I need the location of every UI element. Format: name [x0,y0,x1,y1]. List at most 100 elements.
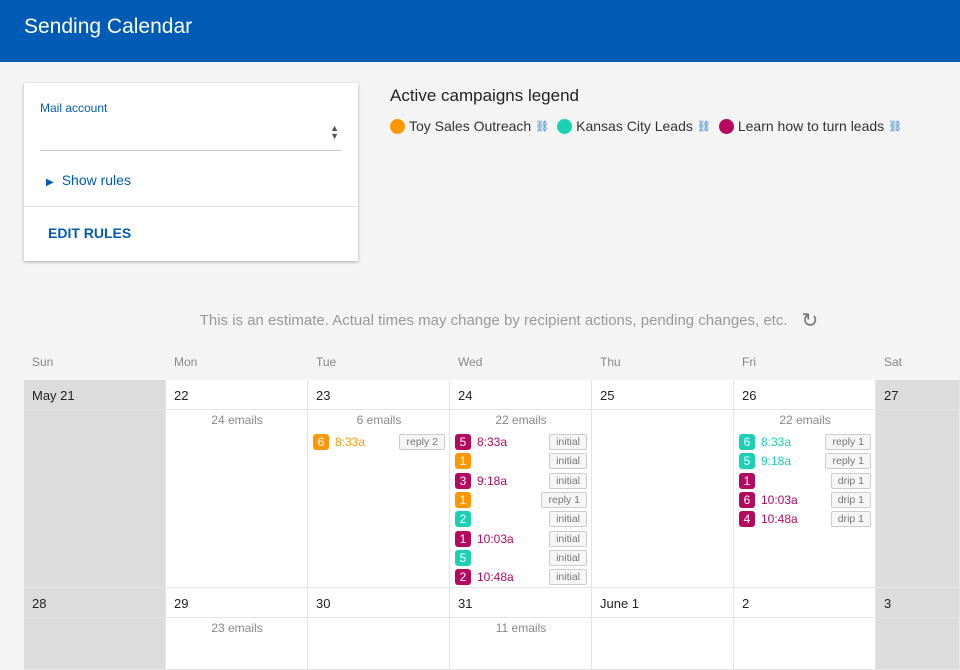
estimate-text: This is an estimate. Actual times may ch… [199,312,788,329]
campaign-color-dot [557,118,573,134]
step-tag[interactable]: initial [549,511,587,528]
email-count-badge: 3 [455,472,471,489]
schedule-entry[interactable]: 5 initial [455,549,587,566]
day-of-week-label: Sun [32,355,54,369]
schedule-entry[interactable]: 1 drip 1 [739,472,871,489]
campaign-legend: Toy Sales Outreach ⛓ Kansas City Leads ⛓ Lea… [390,118,950,134]
date-label: June 1 [592,588,734,618]
campaign-name: Learn how to turn leads [737,118,885,134]
send-time: 9:18a [477,473,508,488]
link-icon[interactable]: ⛓ [535,120,549,133]
day-of-week-label: Sat [884,355,903,369]
day-cell[interactable] [166,410,308,588]
schedule-entry[interactable]: 5 8:33a initial [455,434,587,450]
step-tag[interactable]: drip 1 [830,491,871,508]
schedule-entry[interactable]: 1 initial [455,453,587,470]
schedule-entry[interactable]: 6 8:33a reply 1 [739,434,871,450]
day-cell[interactable] [876,410,960,588]
send-time: 10:48a [477,570,514,585]
day-cell[interactable] [24,410,166,588]
schedule-entry[interactable]: 5 9:18a reply 1 [739,453,871,470]
campaign-color-dot [718,118,734,134]
day-of-week-label: Wed [458,355,483,369]
email-count: 23 emails [211,621,263,635]
day-of-week-label: Tue [316,355,337,369]
step-tag[interactable]: initial [549,453,587,470]
legend-item: Learn how to turn leads ⛓ [718,118,902,134]
day-of-week-label: Thu [600,355,621,369]
show-rules-toggle[interactable]: ▶ Show rules [46,172,131,188]
day-cell[interactable] [592,410,734,588]
email-count-badge: 1 [739,472,755,489]
date-label: 3 [876,588,960,618]
schedule-entry[interactable]: 2 10:48a initial [455,569,587,586]
email-count-badge: 2 [455,511,471,528]
date-label: 29 [166,588,308,618]
divider [24,206,358,207]
day-of-week-label: Fri [742,355,756,369]
email-count-badge: 6 [313,434,329,450]
day-of-week-label: Mon [174,355,198,369]
email-count: 22 emails [495,413,547,427]
date-label: 28 [24,588,166,618]
date-label: May 21 [24,380,166,410]
email-count-badge: 5 [455,434,471,450]
campaign-color-dot [390,118,405,134]
schedule-entry[interactable]: 2 initial [455,511,587,528]
step-tag[interactable]: reply 1 [541,491,587,508]
send-time: 8:33a [335,435,366,449]
step-tag[interactable]: initial [549,472,587,489]
day-cell[interactable] [876,618,960,670]
date-label: 31 [450,588,592,618]
mail-account-label: Mail account [40,101,108,115]
step-tag[interactable]: initial [549,530,587,547]
sort-arrows-icon: ▲ ▼ [330,123,339,141]
link-icon[interactable]: ⛓ [697,120,711,133]
date-label: 2 [734,588,876,618]
step-tag[interactable]: drip 1 [830,472,871,489]
campaign-name: Kansas City Leads [576,118,693,134]
email-count: 11 emails [495,621,547,635]
date-label: 25 [592,380,734,410]
step-tag[interactable]: drip 1 [830,511,871,528]
step-tag[interactable]: initial [549,549,587,566]
email-count-badge: 2 [455,569,471,586]
legend-title: Active campaigns legend [390,86,580,105]
schedule-entry[interactable]: 6 8:33a reply 2 [313,434,445,450]
email-count-badge: 4 [739,511,755,528]
edit-rules-button[interactable]: EDIT RULES [48,225,131,241]
send-time: 8:33a [477,435,508,449]
step-tag[interactable]: initial [549,434,587,450]
app-header: Sending Calendar [0,0,960,62]
schedule-entry[interactable]: 4 10:48a drip 1 [739,511,871,528]
schedule-entry[interactable]: 3 9:18a initial [455,472,587,489]
link-icon[interactable]: ⛓ [888,120,902,133]
step-tag[interactable]: reply 1 [825,453,871,470]
email-count-badge: 1 [455,453,471,470]
day-cell[interactable] [308,618,450,670]
campaign-name: Toy Sales Outreach [409,118,532,134]
day-cell[interactable] [24,618,166,670]
schedule-entry[interactable]: 1 10:03a initial [455,530,587,547]
email-count-badge: 6 [739,491,755,508]
send-time: 10:03a [761,492,798,507]
settings-card: Mail account ▲ ▼ ▶ Show rules EDIT RULES [24,83,358,261]
email-count-badge: 1 [455,491,471,508]
step-tag[interactable]: reply 1 [825,434,871,450]
day-cell[interactable] [734,618,876,670]
schedule-entry[interactable]: 1 reply 1 [455,491,587,508]
legend-item: Toy Sales Outreach ⛓ [390,118,549,134]
send-time: 10:48a [761,512,798,527]
schedule-entry[interactable]: 6 10:03a drip 1 [739,491,871,508]
date-label: 24 [450,380,592,410]
step-tag[interactable]: initial [549,569,587,586]
estimate-note: This is an estimate. Actual times may ch… [0,308,960,333]
legend-item: Kansas City Leads ⛓ [557,118,711,134]
email-count-badge: 5 [739,453,755,470]
date-label: 26 [734,380,876,410]
day-cell[interactable] [592,618,734,670]
mail-account-select[interactable]: ▲ ▼ [40,119,342,151]
send-time: 9:18a [761,454,792,469]
refresh-icon[interactable]: ↻ [802,310,819,332]
step-tag[interactable]: reply 2 [399,434,445,450]
